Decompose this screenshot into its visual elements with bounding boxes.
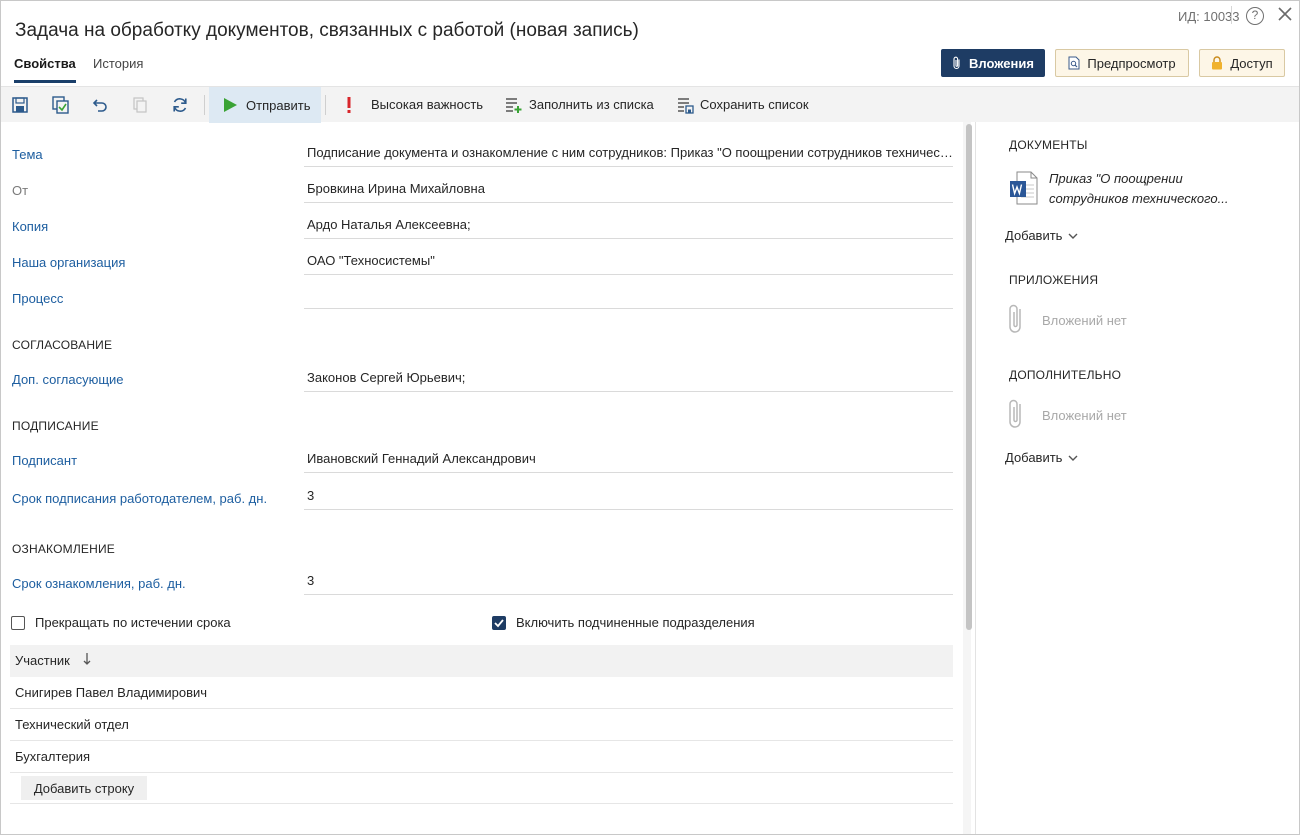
add-document-button[interactable]: Добавить	[1005, 228, 1078, 243]
documents-section-title: ДОКУМЕНТЫ	[1009, 138, 1088, 152]
signing-term-field[interactable]: 3	[304, 484, 953, 510]
chevron-down-icon	[1068, 233, 1078, 239]
acquaintance-term-label[interactable]: Срок ознакомления, раб. дн.	[12, 576, 186, 591]
additional-section-title: ДОПОЛНИТЕЛЬНО	[1009, 368, 1122, 382]
send-button-label: Отправить	[246, 97, 311, 113]
save-list-icon[interactable]	[675, 95, 695, 115]
participant-cell: Бухгалтерия	[15, 749, 91, 764]
chevron-down-icon	[1068, 455, 1078, 461]
high-importance-button[interactable]: Высокая важность	[371, 97, 483, 112]
fill-from-list-button[interactable]: Заполнить из списка	[529, 97, 654, 112]
save-and-close-icon[interactable]	[50, 95, 70, 115]
participant-column-header[interactable]: Участник	[15, 653, 70, 668]
add-additional-button[interactable]: Добавить	[1005, 450, 1078, 465]
send-button[interactable]: Отправить	[209, 87, 321, 123]
attachments-button[interactable]: Вложения	[941, 49, 1045, 77]
checkmark-icon	[494, 619, 504, 628]
no-appendices-text: Вложений нет	[1042, 313, 1127, 328]
process-field[interactable]	[304, 283, 953, 309]
copy-label[interactable]: Копия	[12, 219, 48, 234]
include-sub-checkbox[interactable]	[492, 616, 506, 630]
preview-icon	[1068, 56, 1080, 70]
approval-section-title: СОГЛАСОВАНИЕ	[12, 338, 113, 352]
add-row-button[interactable]: Добавить строку	[21, 776, 147, 800]
page-title: Задача на обработку документов, связанны…	[15, 20, 639, 41]
add-additional-label: Добавить	[1005, 450, 1063, 465]
participants-grid-header: Участник	[10, 645, 953, 677]
no-additional-text: Вложений нет	[1042, 408, 1127, 423]
signer-field[interactable]: Ивановский Геннадий Александрович	[304, 447, 953, 473]
preview-button-label: Предпросмотр	[1087, 55, 1176, 71]
signer-label[interactable]: Подписант	[12, 453, 77, 468]
fill-list-icon[interactable]	[503, 95, 523, 115]
include-sub-label: Включить подчиненные подразделения	[516, 615, 755, 630]
signing-section-title: ПОДПИСАНИЕ	[12, 419, 99, 433]
save-list-button[interactable]: Сохранить список	[700, 97, 809, 112]
close-icon[interactable]	[1276, 5, 1294, 23]
signing-term-label[interactable]: Срок подписания работодателем, раб. дн.	[12, 491, 267, 506]
subject-label[interactable]: Тема	[12, 147, 43, 162]
document-link[interactable]: Приказ "О поощрении сотрудников техничес…	[1049, 169, 1249, 209]
tab-history[interactable]: История	[93, 56, 143, 80]
add-document-label: Добавить	[1005, 228, 1063, 243]
paperclip-icon	[1009, 399, 1021, 428]
organization-label[interactable]: Наша организация	[12, 255, 125, 270]
extra-approvers-label[interactable]: Доп. согласующие	[12, 372, 124, 387]
table-row[interactable]: Технический отдел	[10, 709, 953, 741]
from-field[interactable]: Бровкина Ирина Михайловна	[304, 177, 953, 203]
header-divider	[1231, 6, 1232, 24]
sort-down-icon[interactable]	[82, 651, 92, 667]
copy-field[interactable]: Ардо Наталья Алексеевна;	[304, 213, 953, 239]
refresh-icon[interactable]	[170, 95, 190, 115]
acquaintance-section-title: ОЗНАКОМЛЕНИЕ	[12, 542, 116, 556]
word-document-icon[interactable]	[1009, 171, 1039, 205]
scrollbar-thumb[interactable]	[966, 124, 972, 630]
access-button[interactable]: Доступ	[1199, 49, 1285, 77]
lock-icon	[1212, 56, 1223, 70]
organization-field[interactable]: ОАО "Техносистемы"	[304, 249, 953, 275]
right-pane-divider	[975, 122, 976, 834]
from-label: От	[12, 183, 29, 198]
appendices-section-title: ПРИЛОЖЕНИЯ	[1009, 273, 1099, 287]
help-icon[interactable]: ?	[1246, 7, 1264, 25]
paperclip-icon	[1009, 304, 1021, 333]
table-row[interactable]: Бухгалтерия	[10, 741, 953, 773]
toolbar: Отправить Высокая важность Заполнить из …	[1, 86, 1299, 123]
grid-bottom-border	[10, 803, 953, 804]
participant-cell: Технический отдел	[15, 717, 129, 732]
table-row[interactable]: Снигирев Павел Владимирович	[10, 677, 953, 709]
preview-button[interactable]: Предпросмотр	[1055, 49, 1189, 77]
toolbar-divider	[204, 95, 205, 115]
tab-properties[interactable]: Свойства	[14, 56, 76, 83]
save-icon[interactable]	[10, 95, 30, 115]
subject-field[interactable]: Подписание документа и ознакомление с ни…	[304, 141, 953, 167]
copy-icon[interactable]	[130, 95, 150, 115]
play-icon	[224, 98, 237, 112]
paperclip-icon	[953, 56, 960, 70]
attachments-button-label: Вложения	[969, 55, 1034, 71]
exclamation-icon[interactable]	[339, 95, 359, 115]
access-button-label: Доступ	[1230, 55, 1273, 71]
extra-approvers-field[interactable]: Законов Сергей Юрьевич;	[304, 366, 953, 392]
toolbar-divider	[325, 95, 326, 115]
stop-on-expire-checkbox[interactable]	[11, 616, 25, 630]
stop-on-expire-label: Прекращать по истечении срока	[35, 615, 231, 630]
undo-icon[interactable]	[90, 95, 110, 115]
participant-cell: Снигирев Павел Владимирович	[15, 685, 208, 700]
process-label[interactable]: Процесс	[12, 291, 63, 306]
acquaintance-term-field[interactable]: 3	[304, 569, 953, 595]
